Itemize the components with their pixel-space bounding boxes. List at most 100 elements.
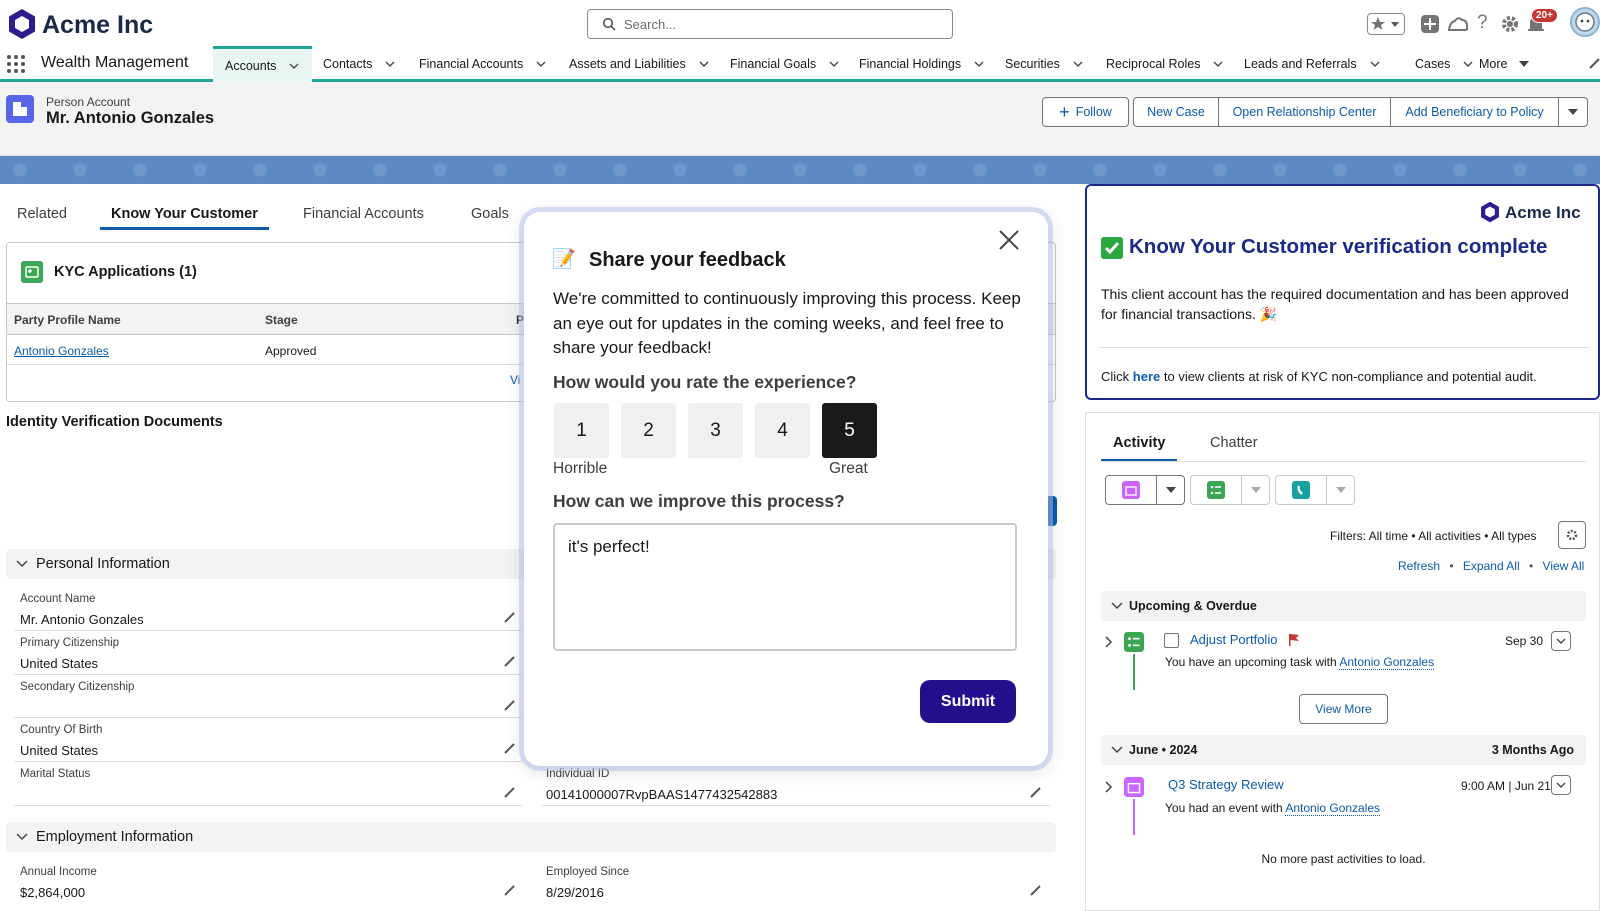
- global-search[interactable]: Search...: [587, 9, 953, 39]
- column-header[interactable]: Stage: [265, 313, 298, 327]
- caret-down-icon[interactable]: [1519, 61, 1530, 67]
- tab-activity[interactable]: Activity: [1101, 435, 1178, 462]
- chevron-down-icon[interactable]: [385, 61, 395, 67]
- tab-financial-accounts[interactable]: Financial Accounts: [303, 196, 424, 230]
- tab-related[interactable]: Related: [17, 196, 67, 230]
- employment-info-section[interactable]: Employment Information: [6, 822, 1056, 852]
- chevron-right-icon[interactable]: [1105, 781, 1113, 793]
- chevron-down-icon[interactable]: [1463, 61, 1473, 67]
- desc-text: You have an upcoming task with: [1165, 655, 1340, 669]
- caret-down-icon[interactable]: [1241, 476, 1269, 504]
- task-checkbox[interactable]: [1164, 633, 1179, 648]
- submit-button[interactable]: Submit: [920, 680, 1016, 723]
- nav-tab-financial-goals[interactable]: Financial Goals: [730, 46, 839, 82]
- rating-option-1[interactable]: 1: [554, 403, 609, 458]
- help-icon[interactable]: ?: [1477, 12, 1488, 34]
- filter-settings-button[interactable]: [1558, 521, 1586, 549]
- pencil-icon[interactable]: [504, 742, 516, 754]
- view-all-link[interactable]: Vi: [510, 373, 520, 387]
- chevron-down-icon[interactable]: [974, 61, 984, 67]
- bullet: •: [1449, 559, 1454, 573]
- more-actions-button[interactable]: [1558, 97, 1588, 127]
- acme-logo-icon[interactable]: [6, 8, 38, 40]
- trailhead-icon[interactable]: [1447, 14, 1469, 34]
- rating-option-4[interactable]: 4: [755, 403, 810, 458]
- task-link[interactable]: Adjust Portfolio: [1190, 632, 1277, 647]
- view-more-button[interactable]: View More: [1299, 694, 1388, 724]
- nav-tab-more[interactable]: More: [1479, 46, 1530, 82]
- field-label: Account Name: [20, 593, 96, 605]
- chevron-down-icon[interactable]: [829, 61, 839, 67]
- pencil-icon[interactable]: [504, 611, 516, 623]
- chevron-down-icon[interactable]: [1370, 61, 1380, 67]
- pencil-icon[interactable]: [504, 884, 516, 896]
- contact-link[interactable]: Antonio Gonzales: [1285, 801, 1381, 816]
- nav-tab-accounts[interactable]: Accounts: [213, 46, 312, 82]
- nav-tab-securities[interactable]: Securities: [1005, 46, 1083, 82]
- chevron-down-icon[interactable]: [289, 63, 299, 69]
- pencil-icon[interactable]: [1030, 786, 1042, 798]
- chevron-down-icon[interactable]: [1073, 61, 1083, 67]
- tab-chatter[interactable]: Chatter: [1210, 435, 1258, 451]
- feedback-textarea[interactable]: it's perfect!: [553, 523, 1017, 651]
- field-label: Annual Income: [20, 866, 97, 878]
- upcoming-section[interactable]: Upcoming & Overdue: [1101, 591, 1586, 621]
- nav-tab-financial-holdings[interactable]: Financial Holdings: [859, 46, 984, 82]
- event-menu-button[interactable]: [1551, 775, 1571, 795]
- check-icon: [1101, 237, 1123, 259]
- open-relationship-center-button[interactable]: Open Relationship Center: [1218, 97, 1391, 127]
- nav-tab-contacts[interactable]: Contacts: [323, 46, 395, 82]
- nav-tab-assets-liabilities[interactable]: Assets and Liabilities: [569, 46, 709, 82]
- caret-down-icon[interactable]: [1326, 476, 1354, 504]
- log-call-button[interactable]: [1275, 475, 1355, 505]
- follow-button[interactable]: + Follow: [1042, 97, 1129, 127]
- event-link[interactable]: Q3 Strategy Review: [1168, 777, 1284, 792]
- rating-option-3[interactable]: 3: [688, 403, 743, 458]
- close-icon[interactable]: [998, 229, 1020, 251]
- rating-option-2[interactable]: 2: [621, 403, 676, 458]
- party-profile-link[interactable]: Antonio Gonzales: [14, 344, 109, 358]
- chevron-down-icon[interactable]: [699, 61, 709, 67]
- pencil-icon[interactable]: [504, 699, 516, 711]
- contact-link[interactable]: Antonio Gonzales: [1339, 655, 1435, 670]
- add-beneficiary-button[interactable]: Add Beneficiary to Policy: [1390, 97, 1559, 127]
- brand-name[interactable]: Acme Inc: [42, 11, 153, 40]
- view-all-link[interactable]: View All: [1543, 559, 1585, 573]
- pencil-icon[interactable]: [504, 786, 516, 798]
- column-header[interactable]: Party Profile Name: [14, 313, 121, 327]
- tab-know-your-customer[interactable]: Know Your Customer: [100, 196, 269, 230]
- tab-goals[interactable]: Goals: [471, 196, 509, 230]
- nav-tab-reciprocal-roles[interactable]: Reciprocal Roles: [1106, 46, 1223, 82]
- chevron-down-icon[interactable]: [1213, 61, 1223, 67]
- app-launcher-icon[interactable]: [6, 54, 26, 74]
- edit-nav-icon[interactable]: [1588, 56, 1600, 70]
- gear-icon: [1566, 529, 1578, 541]
- column-header[interactable]: P: [516, 313, 524, 327]
- task-menu-button[interactable]: [1551, 631, 1571, 651]
- field-label: Primary Citizenship: [20, 637, 120, 649]
- refresh-link[interactable]: Refresh: [1398, 559, 1440, 573]
- tab-divider: [1101, 461, 1586, 462]
- user-avatar[interactable]: [1570, 7, 1600, 37]
- new-event-button[interactable]: [1105, 475, 1185, 505]
- field-underline: [14, 761, 522, 762]
- expand-all-link[interactable]: Expand All: [1463, 559, 1520, 573]
- global-actions-icon[interactable]: [1420, 14, 1440, 34]
- new-task-button[interactable]: [1190, 475, 1270, 505]
- rating-option-5[interactable]: 5: [822, 403, 877, 458]
- pencil-icon[interactable]: [504, 655, 516, 667]
- field-label: Employed Since: [546, 866, 630, 878]
- new-case-button[interactable]: New Case: [1133, 97, 1219, 127]
- chevron-right-icon[interactable]: [1105, 636, 1113, 648]
- caret-down-icon[interactable]: [1156, 476, 1184, 504]
- gear-icon[interactable]: [1500, 14, 1520, 34]
- month-section[interactable]: June • 2024 3 Months Ago: [1101, 735, 1586, 765]
- nav-tab-cases[interactable]: Cases: [1415, 46, 1473, 82]
- nav-tab-leads-referrals[interactable]: Leads and Referrals: [1244, 46, 1380, 82]
- nav-tab-financial-accounts[interactable]: Financial Accounts: [419, 46, 546, 82]
- chevron-down-icon: [1111, 746, 1123, 754]
- favorites-button[interactable]: [1367, 13, 1405, 35]
- chevron-down-icon[interactable]: [536, 61, 546, 67]
- pencil-icon[interactable]: [1030, 884, 1042, 896]
- here-link[interactable]: here: [1133, 369, 1160, 384]
